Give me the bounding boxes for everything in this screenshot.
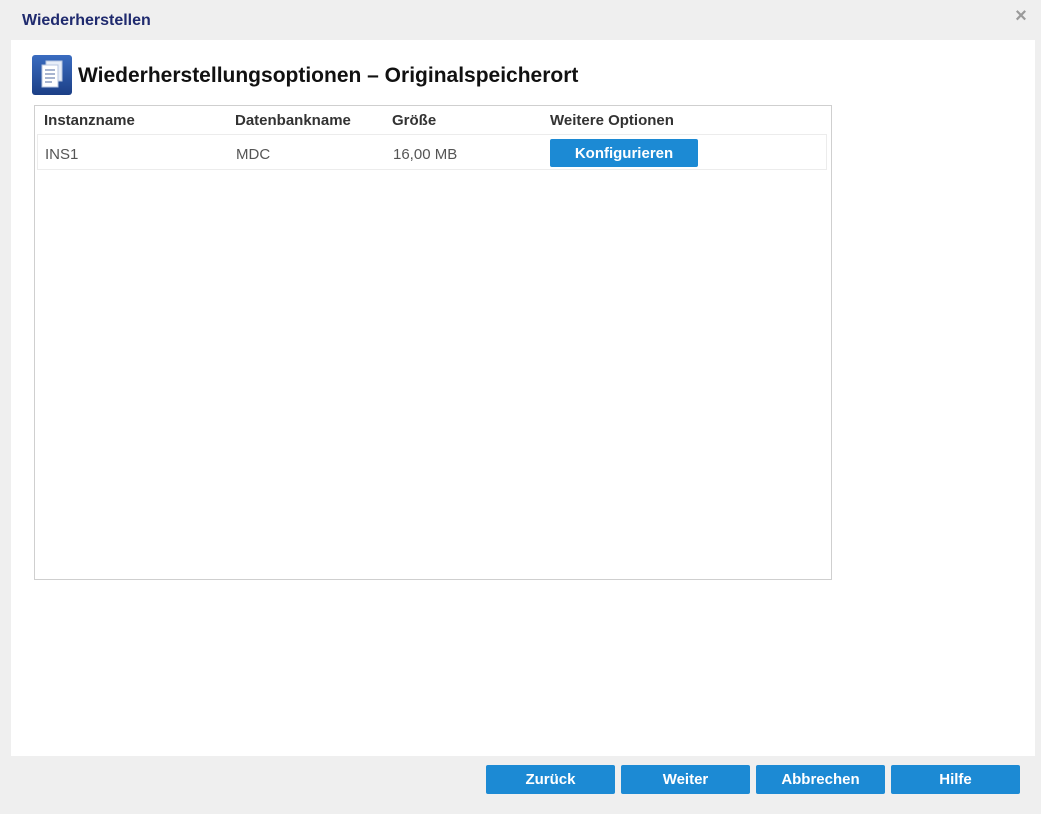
back-button[interactable]: Zurück (486, 765, 615, 794)
size-cell: 16,00 MB (393, 146, 458, 163)
restore-dialog: Wiederherstellen × Wiederherstellungsopt… (0, 0, 1041, 814)
next-button[interactable]: Weiter (621, 765, 750, 794)
database-name-cell: MDC (236, 146, 271, 163)
column-header-database: Datenbankname (235, 112, 351, 129)
dialog-titlebar: Wiederherstellen × (0, 0, 1041, 40)
dialog-content: Wiederherstellungsoptionen – Originalspe… (11, 40, 1035, 756)
page-title: Wiederherstellungsoptionen – Originalspe… (78, 64, 579, 87)
column-header-size: Größe (392, 112, 437, 129)
documents-icon (32, 55, 72, 95)
table-row[interactable]: INS1 MDC 16,00 MB Konfigurieren (37, 134, 827, 170)
instance-name-cell: INS1 (45, 146, 79, 163)
column-header-options: Weitere Optionen (550, 112, 674, 129)
table-header: Instanzname Datenbankname Größe Weitere … (35, 106, 831, 134)
dialog-title: Wiederherstellen (22, 12, 151, 29)
cancel-button[interactable]: Abbrechen (756, 765, 885, 794)
help-button[interactable]: Hilfe (891, 765, 1020, 794)
configure-button[interactable]: Konfigurieren (550, 139, 698, 167)
column-header-instance: Instanzname (44, 112, 135, 129)
instances-table: Instanzname Datenbankname Größe Weitere … (34, 105, 832, 580)
close-icon[interactable]: × (1011, 5, 1031, 27)
